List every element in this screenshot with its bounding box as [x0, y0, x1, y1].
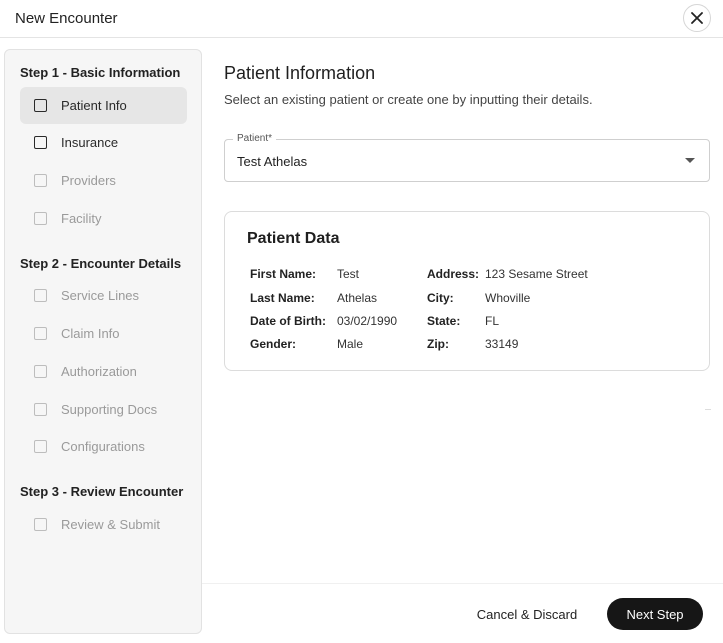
zip-label: Zip:	[427, 337, 449, 351]
sidebar-item-review-submit[interactable]: Review & Submit	[20, 506, 187, 543]
divider	[705, 409, 711, 410]
sidebar-item-label: Review & Submit	[61, 517, 160, 532]
step2-heading: Step 2 - Encounter Details	[20, 256, 182, 271]
last-name-label: Last Name:	[250, 291, 315, 305]
dob-label: Date of Birth:	[250, 314, 326, 328]
cancel-discard-button[interactable]: Cancel & Discard	[461, 598, 593, 630]
checkbox-icon	[34, 212, 47, 225]
sidebar-item-label: Patient Info	[61, 98, 127, 113]
dob-value: 03/02/1990	[337, 314, 398, 328]
sidebar-item-service-lines[interactable]: Service Lines	[20, 277, 187, 314]
patient-select-label: Patient*	[233, 133, 277, 144]
city-value: Whoville	[485, 291, 531, 305]
gender-label: Gender:	[250, 337, 297, 351]
patient-select[interactable]: Patient* Test Athelas	[224, 133, 710, 182]
city-label: City:	[427, 291, 454, 305]
next-step-button[interactable]: Next Step	[607, 598, 703, 630]
sidebar-item-insurance[interactable]: Insurance	[20, 124, 187, 161]
address-value: 123 Sesame Street	[485, 267, 588, 281]
checkbox-icon	[34, 440, 47, 453]
sidebar-item-facility[interactable]: Facility	[20, 200, 187, 237]
checkbox-icon	[34, 136, 47, 149]
chevron-down-icon	[685, 158, 695, 163]
close-icon	[691, 12, 703, 24]
address-label: Address:	[427, 267, 480, 281]
steps-sidebar: Step 1 - Basic Information Patient Info …	[4, 49, 202, 634]
sidebar-item-label: Supporting Docs	[61, 402, 158, 417]
dialog-header: New Encounter	[0, 0, 723, 38]
patient-select-value: Test Athelas	[237, 154, 308, 169]
sidebar-item-configurations[interactable]: Configurations	[20, 428, 187, 465]
checkbox-icon	[34, 403, 47, 416]
checkbox-icon	[34, 518, 47, 531]
checkbox-icon	[34, 365, 47, 378]
checkbox-icon	[34, 327, 47, 340]
sidebar-item-claim-info[interactable]: Claim Info	[20, 315, 187, 352]
dialog-title: New Encounter	[15, 10, 118, 27]
close-button[interactable]	[683, 4, 711, 32]
checkbox-icon	[34, 289, 47, 302]
sidebar-item-label: Claim Info	[61, 326, 120, 341]
first-name-value: Test	[337, 267, 360, 281]
page-subtitle: Select an existing patient or create one…	[224, 92, 593, 107]
sidebar-item-label: Facility	[61, 211, 102, 226]
gender-value: Male	[337, 337, 364, 351]
sidebar-item-providers[interactable]: Providers	[20, 162, 187, 199]
page-title: Patient Information	[224, 63, 376, 83]
sidebar-item-label: Authorization	[61, 364, 137, 379]
state-label: State:	[427, 314, 461, 328]
sidebar-item-authorization[interactable]: Authorization	[20, 353, 187, 390]
sidebar-item-label: Service Lines	[61, 288, 140, 303]
patient-data-title: Patient Data	[247, 230, 340, 247]
sidebar-item-patient-info[interactable]: Patient Info	[20, 87, 187, 124]
sidebar-item-supporting-docs[interactable]: Supporting Docs	[20, 391, 187, 428]
checkbox-icon	[34, 174, 47, 187]
last-name-value: Athelas	[337, 291, 378, 305]
step1-heading: Step 1 - Basic Information	[20, 65, 181, 80]
checkbox-icon	[34, 99, 47, 112]
state-value: FL	[485, 314, 500, 328]
step3-heading: Step 3 - Review Encounter	[20, 484, 184, 499]
patient-data-card: Patient Data First Name: Test Last Name:…	[224, 211, 710, 371]
sidebar-item-label: Insurance	[61, 135, 119, 150]
zip-value: 33149	[485, 337, 519, 351]
sidebar-item-label: Configurations	[61, 439, 145, 454]
sidebar-item-label: Providers	[61, 173, 116, 188]
first-name-label: First Name:	[250, 267, 317, 281]
